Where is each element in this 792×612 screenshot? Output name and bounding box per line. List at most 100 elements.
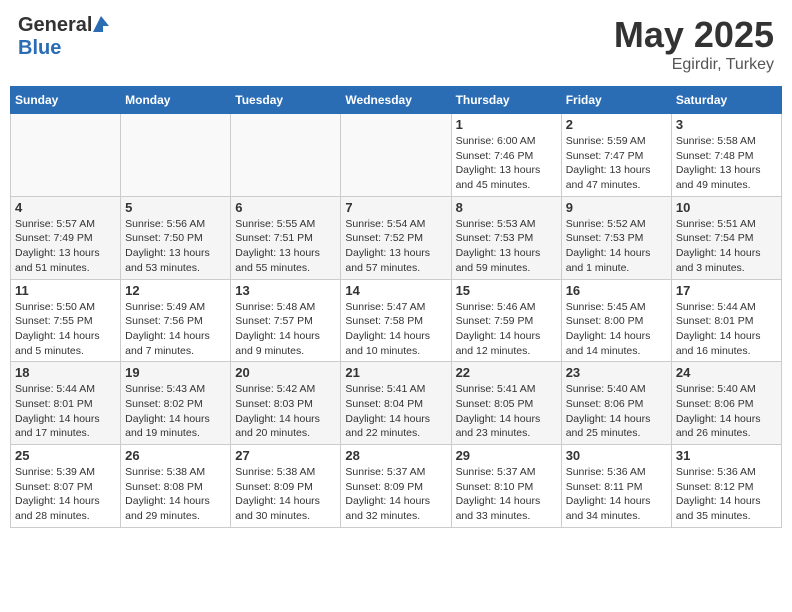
day-number: 26: [125, 448, 226, 463]
day-number: 15: [456, 283, 557, 298]
day-info: Sunrise: 5:44 AMSunset: 8:01 PMDaylight:…: [676, 300, 777, 359]
calendar-cell: [11, 114, 121, 197]
day-number: 8: [456, 200, 557, 215]
calendar-week-row: 1 Sunrise: 6:00 AMSunset: 7:46 PMDaylight…: [11, 114, 782, 197]
calendar-cell: 1 Sunrise: 6:00 AMSunset: 7:46 PMDaylight…: [451, 114, 561, 197]
calendar-cell: 12 Sunrise: 5:49 AMSunset: 7:56 PMDayligh…: [121, 279, 231, 362]
calendar-cell: [121, 114, 231, 197]
day-number: 7: [345, 200, 446, 215]
calendar-cell: 2 Sunrise: 5:59 AMSunset: 7:47 PMDaylight…: [561, 114, 671, 197]
day-info: Sunrise: 5:52 AMSunset: 7:53 PMDaylight:…: [566, 217, 667, 276]
weekday-header-friday: Friday: [561, 87, 671, 114]
calendar-table: SundayMondayTuesdayWednesdayThursdayFrid…: [10, 86, 782, 528]
day-number: 23: [566, 365, 667, 380]
calendar-cell: 28 Sunrise: 5:37 AMSunset: 8:09 PMDayligh…: [341, 445, 451, 528]
day-number: 13: [235, 283, 336, 298]
calendar-cell: 11Sunrise: 5:50 AMSunset: 7:55 PMDayligh…: [11, 279, 121, 362]
day-info: Sunrise: 5:43 AMSunset: 8:02 PMDaylight:…: [125, 382, 226, 441]
calendar-week-row: 18Sunrise: 5:44 AMSunset: 8:01 PMDayligh…: [11, 362, 782, 445]
day-number: 6: [235, 200, 336, 215]
weekday-header-tuesday: Tuesday: [231, 87, 341, 114]
day-number: 9: [566, 200, 667, 215]
calendar-cell: 31 Sunrise: 5:36 AMSunset: 8:12 PMDayligh…: [671, 445, 781, 528]
day-number: 31: [676, 448, 777, 463]
day-number: 12: [125, 283, 226, 298]
weekday-header-thursday: Thursday: [451, 87, 561, 114]
day-number: 27: [235, 448, 336, 463]
logo: General Blue: [18, 14, 109, 60]
calendar-cell: 8Sunrise: 5:53 AMSunset: 7:53 PMDaylight…: [451, 196, 561, 279]
day-number: 10: [676, 200, 777, 215]
day-number: 3: [676, 117, 777, 132]
day-info: Sunrise: 5:41 AMSunset: 8:04 PMDaylight:…: [345, 382, 446, 441]
day-info: Sunrise: 5:41 AMSunset: 8:05 PMDaylight:…: [456, 382, 557, 441]
calendar-cell: 24 Sunrise: 5:40 AMSunset: 8:06 PMDayligh…: [671, 362, 781, 445]
calendar-week-row: 4Sunrise: 5:57 AMSunset: 7:49 PMDaylight…: [11, 196, 782, 279]
day-number: 2: [566, 117, 667, 132]
logo-blue-text: Blue: [18, 37, 61, 59]
day-number: 20: [235, 365, 336, 380]
calendar-cell: 17Sunrise: 5:44 AMSunset: 8:01 PMDayligh…: [671, 279, 781, 362]
day-info: Sunrise: 5:39 AMSunset: 8:07 PMDaylight:…: [15, 465, 116, 524]
calendar-cell: 4Sunrise: 5:57 AMSunset: 7:49 PMDaylight…: [11, 196, 121, 279]
day-info: Sunrise: 6:00 AMSunset: 7:46 PMDaylight:…: [456, 134, 557, 193]
calendar-cell: 30 Sunrise: 5:36 AMSunset: 8:11 PMDayligh…: [561, 445, 671, 528]
calendar-cell: 16Sunrise: 5:45 AMSunset: 8:00 PMDayligh…: [561, 279, 671, 362]
day-number: 18: [15, 365, 116, 380]
weekday-header-wednesday: Wednesday: [341, 87, 451, 114]
calendar-cell: 19Sunrise: 5:43 AMSunset: 8:02 PMDayligh…: [121, 362, 231, 445]
page-header: General Blue May 2025 Egirdir, Turkey: [10, 10, 782, 78]
day-number: 25: [15, 448, 116, 463]
calendar-cell: [231, 114, 341, 197]
day-info: Sunrise: 5:36 AMSunset: 8:12 PMDaylight:…: [676, 465, 777, 524]
day-number: 30: [566, 448, 667, 463]
day-info: Sunrise: 5:40 AMSunset: 8:06 PMDaylight:…: [676, 382, 777, 441]
day-number: 16: [566, 283, 667, 298]
calendar-cell: 14Sunrise: 5:47 AMSunset: 7:58 PMDayligh…: [341, 279, 451, 362]
calendar-cell: 29Sunrise: 5:37 AMSunset: 8:10 PMDayligh…: [451, 445, 561, 528]
day-number: 14: [345, 283, 446, 298]
day-number: 21: [345, 365, 446, 380]
day-info: Sunrise: 5:56 AMSunset: 7:50 PMDaylight:…: [125, 217, 226, 276]
day-info: Sunrise: 5:37 AMSunset: 8:09 PMDaylight:…: [345, 465, 446, 524]
day-info: Sunrise: 5:50 AMSunset: 7:55 PMDaylight:…: [15, 300, 116, 359]
day-info: Sunrise: 5:54 AMSunset: 7:52 PMDaylight:…: [345, 217, 446, 276]
weekday-header-sunday: Sunday: [11, 87, 121, 114]
calendar-cell: 5 Sunrise: 5:56 AMSunset: 7:50 PMDaylight…: [121, 196, 231, 279]
day-info: Sunrise: 5:38 AMSunset: 8:08 PMDaylight:…: [125, 465, 226, 524]
calendar-cell: 7 Sunrise: 5:54 AMSunset: 7:52 PMDaylight…: [341, 196, 451, 279]
day-number: 22: [456, 365, 557, 380]
weekday-header-monday: Monday: [121, 87, 231, 114]
weekday-header-saturday: Saturday: [671, 87, 781, 114]
calendar-cell: 18Sunrise: 5:44 AMSunset: 8:01 PMDayligh…: [11, 362, 121, 445]
day-info: Sunrise: 5:46 AMSunset: 7:59 PMDaylight:…: [456, 300, 557, 359]
calendar-cell: 22 Sunrise: 5:41 AMSunset: 8:05 PMDayligh…: [451, 362, 561, 445]
calendar-cell: 6 Sunrise: 5:55 AMSunset: 7:51 PMDaylight…: [231, 196, 341, 279]
day-info: Sunrise: 5:38 AMSunset: 8:09 PMDaylight:…: [235, 465, 336, 524]
calendar-cell: 3 Sunrise: 5:58 AMSunset: 7:48 PMDaylight…: [671, 114, 781, 197]
day-number: 5: [125, 200, 226, 215]
day-info: Sunrise: 5:51 AMSunset: 7:54 PMDaylight:…: [676, 217, 777, 276]
day-number: 1: [456, 117, 557, 132]
day-info: Sunrise: 5:36 AMSunset: 8:11 PMDaylight:…: [566, 465, 667, 524]
logo-triangle-icon: [93, 16, 109, 37]
calendar-week-row: 11Sunrise: 5:50 AMSunset: 7:55 PMDayligh…: [11, 279, 782, 362]
location-subtitle: Egirdir, Turkey: [614, 56, 774, 74]
calendar-cell: 9 Sunrise: 5:52 AMSunset: 7:53 PMDaylight…: [561, 196, 671, 279]
calendar-cell: [341, 114, 451, 197]
day-info: Sunrise: 5:49 AMSunset: 7:56 PMDaylight:…: [125, 300, 226, 359]
day-info: Sunrise: 5:42 AMSunset: 8:03 PMDaylight:…: [235, 382, 336, 441]
calendar-cell: 20 Sunrise: 5:42 AMSunset: 8:03 PMDayligh…: [231, 362, 341, 445]
calendar-title: May 2025 Egirdir, Turkey: [614, 14, 774, 74]
day-info: Sunrise: 5:40 AMSunset: 8:06 PMDaylight:…: [566, 382, 667, 441]
day-info: Sunrise: 5:55 AMSunset: 7:51 PMDaylight:…: [235, 217, 336, 276]
day-number: 24: [676, 365, 777, 380]
day-info: Sunrise: 5:58 AMSunset: 7:48 PMDaylight:…: [676, 134, 777, 193]
day-info: Sunrise: 5:59 AMSunset: 7:47 PMDaylight:…: [566, 134, 667, 193]
day-number: 28: [345, 448, 446, 463]
day-info: Sunrise: 5:48 AMSunset: 7:57 PMDaylight:…: [235, 300, 336, 359]
month-year-title: May 2025: [614, 14, 774, 56]
calendar-cell: 26 Sunrise: 5:38 AMSunset: 8:08 PMDayligh…: [121, 445, 231, 528]
calendar-cell: 23 Sunrise: 5:40 AMSunset: 8:06 PMDayligh…: [561, 362, 671, 445]
calendar-cell: 15 Sunrise: 5:46 AMSunset: 7:59 PMDayligh…: [451, 279, 561, 362]
